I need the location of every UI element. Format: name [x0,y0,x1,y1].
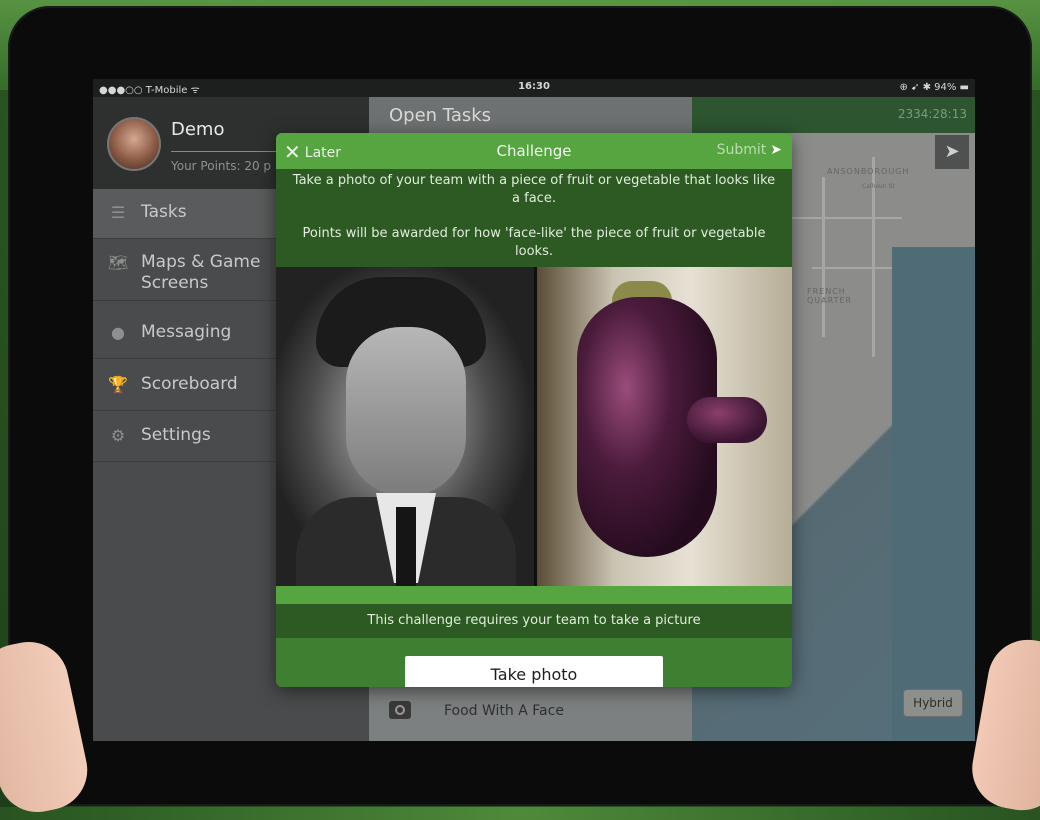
username: Demo [171,119,225,140]
modal-header: ✕ Later Challenge Submit ➤ [276,133,792,169]
map-icon: 🗺 [107,253,129,272]
road [792,217,902,219]
requirement-text: This challenge requires your team to tak… [276,604,792,638]
chat-bubble-icon: ● [111,323,125,342]
map-district-label: ANSONBOROUGH [827,167,910,176]
gear-icon: ⚙ [110,426,126,445]
status-bar: ●●●○○ T-Mobile ᯤ 16:30 ⊕ ➹ ✱ 94% ▬ [93,79,975,97]
game-timer: 2334:28:13 [897,107,967,121]
description-text: Take a photo of your team with a piece o… [292,173,776,206]
sidebar-item-label: Settings [141,425,211,445]
example-photo-man [276,267,534,597]
avatar [107,117,161,171]
page-title: Open Tasks [389,105,492,126]
list-icon: ☰ [110,203,126,222]
camera-icon [389,701,411,719]
battery-indicator: ⊕ ➹ ✱ 94% ▬ [899,82,969,93]
clock: 16:30 [518,81,550,92]
challenge-description: Take a photo of your team with a piece o… [276,169,792,267]
example-photo-eggplant [537,267,792,586]
map-header: 2334:28:13 [692,97,975,133]
map-district-label: FRENCH QUARTER [807,287,853,305]
challenge-modal: ✕ Later Challenge Submit ➤ Take a photo of… [276,133,792,687]
sidebar-item-label: Messaging [141,322,232,342]
open-tasks-header: Open Tasks [369,97,692,133]
ipad-device: ●●●○○ T-Mobile ᯤ 16:30 ⊕ ➹ ✱ 94% ▬ Demo … [8,6,1032,806]
take-photo-button[interactable]: Take photo [405,656,663,687]
sidebar-item-label: Scoreboard [141,374,238,394]
modal-title: Challenge [496,142,572,160]
sidebar-item-label: Tasks [141,202,187,222]
trophy-icon: 🏆 [108,375,128,394]
road [822,177,825,337]
points-label: Your Points: 20 p [171,159,272,173]
hybrid-button[interactable]: Hybrid [903,689,963,717]
sidebar-item-label: Maps & Game Screens [141,252,261,293]
submit-button[interactable]: Submit ➤ [717,142,782,158]
description-text: Points will be awarded for how 'face-lik… [302,226,766,259]
map-water [892,247,975,741]
map-street-label: Calhoun St [862,183,895,190]
example-image [276,267,792,597]
screen: ●●●○○ T-Mobile ᯤ 16:30 ⊕ ➹ ✱ 94% ▬ Demo … [93,79,975,741]
task-row[interactable]: Food With A Face [369,692,692,732]
location-arrow-icon[interactable]: ➤ [935,135,969,169]
arrow-right-icon: ➤ [770,142,782,158]
submit-label: Submit [716,142,767,158]
task-label: Food With A Face [444,703,564,719]
accent-band [276,586,792,604]
